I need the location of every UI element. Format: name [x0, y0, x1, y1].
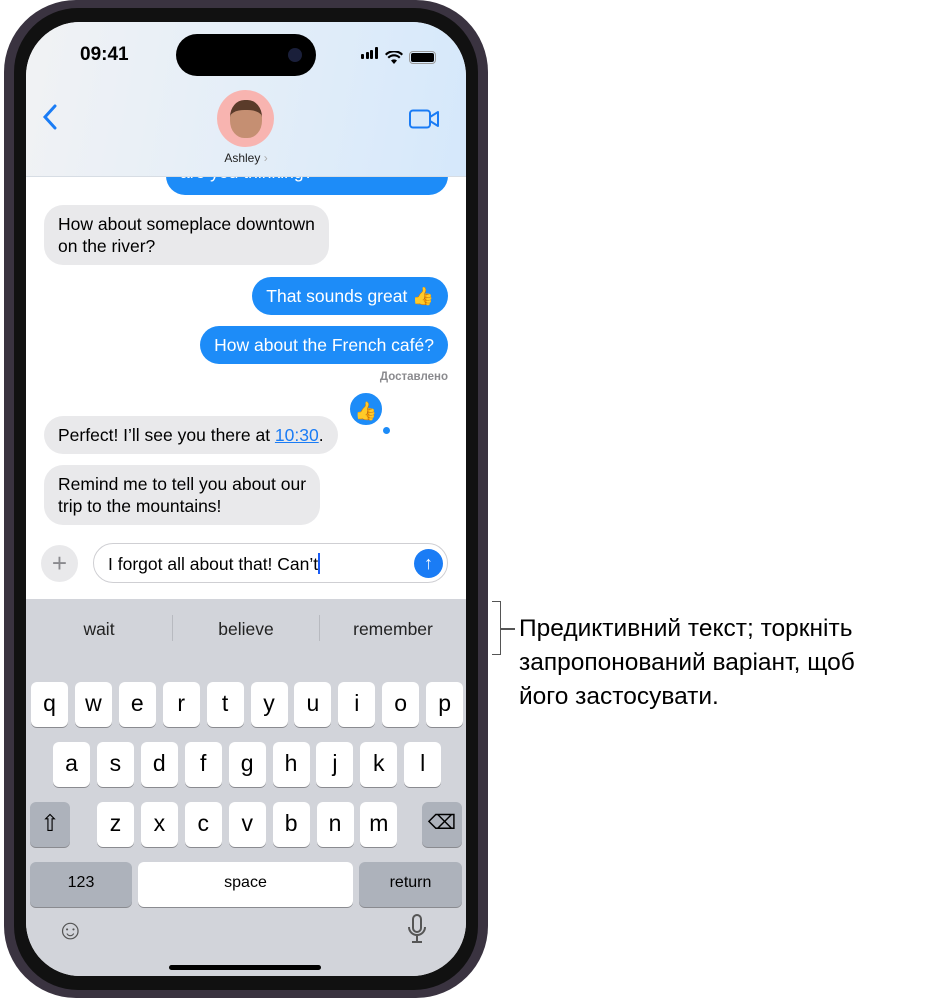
chevron-left-icon[interactable] — [42, 104, 58, 138]
callout-line-3: його застосувати. — [519, 683, 719, 710]
message-bubble-outgoing[interactable]: How about the French café? — [200, 326, 448, 364]
add-attachment-button[interactable]: + — [41, 545, 78, 582]
key-m[interactable]: m — [360, 802, 398, 847]
key-a[interactable]: a — [53, 742, 90, 787]
text-cursor — [318, 553, 321, 574]
message-bubble-outgoing[interactable]: That sounds great 👍 — [252, 277, 448, 315]
key-x[interactable]: x — [140, 802, 178, 847]
key-n[interactable]: n — [316, 802, 354, 847]
key-s[interactable]: s — [96, 742, 134, 787]
numbers-key[interactable]: 123 — [30, 862, 132, 907]
message-text: How about the French café? — [214, 335, 434, 355]
conversation-header: 09:41 Ashley › — [26, 22, 466, 177]
contact-name[interactable]: Ashley › — [26, 151, 466, 165]
shift-icon: ⇧ — [40, 810, 60, 836]
key-w[interactable]: w — [74, 682, 112, 727]
thumbs-up-tapback-icon[interactable]: 👍 — [348, 391, 384, 427]
key-f[interactable]: f — [184, 742, 222, 787]
key-j[interactable]: j — [316, 742, 354, 787]
key-z[interactable]: z — [97, 802, 134, 847]
message-bubble-incoming[interactable]: Remind me to tell you about our trip to t… — [44, 465, 321, 525]
time-link[interactable]: 10:30 — [275, 425, 319, 445]
delete-icon: ⌫ — [427, 812, 457, 834]
message-text: That sounds great 👍 — [266, 286, 434, 306]
prediction-3[interactable]: remember — [320, 619, 466, 640]
prediction-2[interactable]: believe — [173, 619, 319, 640]
messages-screen: are you thinking? How about someplace do… — [26, 22, 466, 976]
key-i[interactable]: i — [338, 682, 376, 727]
key-o[interactable]: o — [382, 682, 420, 727]
callout-line-2: запропонований варіант, щоб — [519, 649, 855, 676]
status-icons — [361, 46, 436, 64]
chevron-right-icon: › — [263, 151, 268, 165]
space-key[interactable]: space — [138, 862, 353, 907]
key-v[interactable]: v — [228, 802, 266, 847]
key-q[interactable]: q — [31, 682, 68, 727]
keyboard: wait believe remember qwertyuiop asdfghjk… — [26, 599, 466, 976]
message-text: trip to the mountains! — [58, 496, 222, 516]
key-g[interactable]: g — [228, 742, 266, 787]
shift-key[interactable]: ⇧ — [30, 802, 70, 847]
dynamic-island — [176, 34, 316, 76]
key-k[interactable]: k — [360, 742, 398, 787]
message-text: . — [318, 425, 324, 445]
prediction-1[interactable]: wait — [26, 619, 172, 640]
key-p[interactable]: p — [426, 682, 464, 727]
key-e[interactable]: e — [118, 682, 156, 727]
send-button[interactable]: ↑ — [414, 549, 443, 578]
key-t[interactable]: t — [206, 682, 244, 727]
message-input[interactable]: I forgot all about that! Can’t ↑ — [93, 543, 448, 583]
battery-icon — [409, 51, 436, 64]
key-c[interactable]: c — [184, 802, 222, 847]
message-text: How about someplace downtown — [58, 214, 315, 234]
wifi-icon — [385, 51, 403, 64]
delivered-status: Доставлено — [379, 371, 448, 383]
key-r[interactable]: r — [162, 682, 200, 727]
home-indicator — [169, 965, 321, 970]
key-y[interactable]: y — [250, 682, 288, 727]
message-bubble-incoming[interactable]: Perfect! I’ll see you there at 10:30. — [44, 416, 338, 454]
contact-name-text: Ashley — [224, 151, 261, 165]
callout-bracket — [492, 601, 501, 655]
contact-avatar[interactable] — [217, 90, 274, 147]
callout-text: Предиктивний текст; торкніть запропонова… — [519, 612, 942, 714]
message-text: Perfect! I’ll see you there at — [58, 425, 275, 445]
message-text: Remind me to tell you about our — [58, 474, 307, 494]
message-text: on the river? — [58, 236, 156, 256]
cellular-signal-icon — [361, 46, 379, 64]
key-h[interactable]: h — [272, 742, 310, 787]
key-d[interactable]: d — [140, 742, 178, 787]
return-key[interactable]: return — [359, 862, 462, 907]
message-input-text: I forgot all about that! Can’t — [108, 554, 319, 574]
tapback-tail — [383, 427, 390, 434]
emoji-icon[interactable]: ☺ — [56, 914, 85, 946]
delete-key[interactable]: ⌫ — [422, 802, 462, 847]
key-b[interactable]: b — [272, 802, 310, 847]
message-bubble-incoming[interactable]: How about someplace downtown on the river… — [44, 205, 329, 265]
callout-line-1: Предиктивний текст; торкніть — [519, 615, 853, 642]
microphone-icon[interactable] — [407, 914, 427, 951]
key-l[interactable]: l — [404, 742, 442, 787]
key-u[interactable]: u — [294, 682, 332, 727]
video-camera-icon[interactable] — [409, 109, 439, 129]
callout-line — [501, 628, 515, 630]
status-time: 09:41 — [80, 44, 129, 65]
